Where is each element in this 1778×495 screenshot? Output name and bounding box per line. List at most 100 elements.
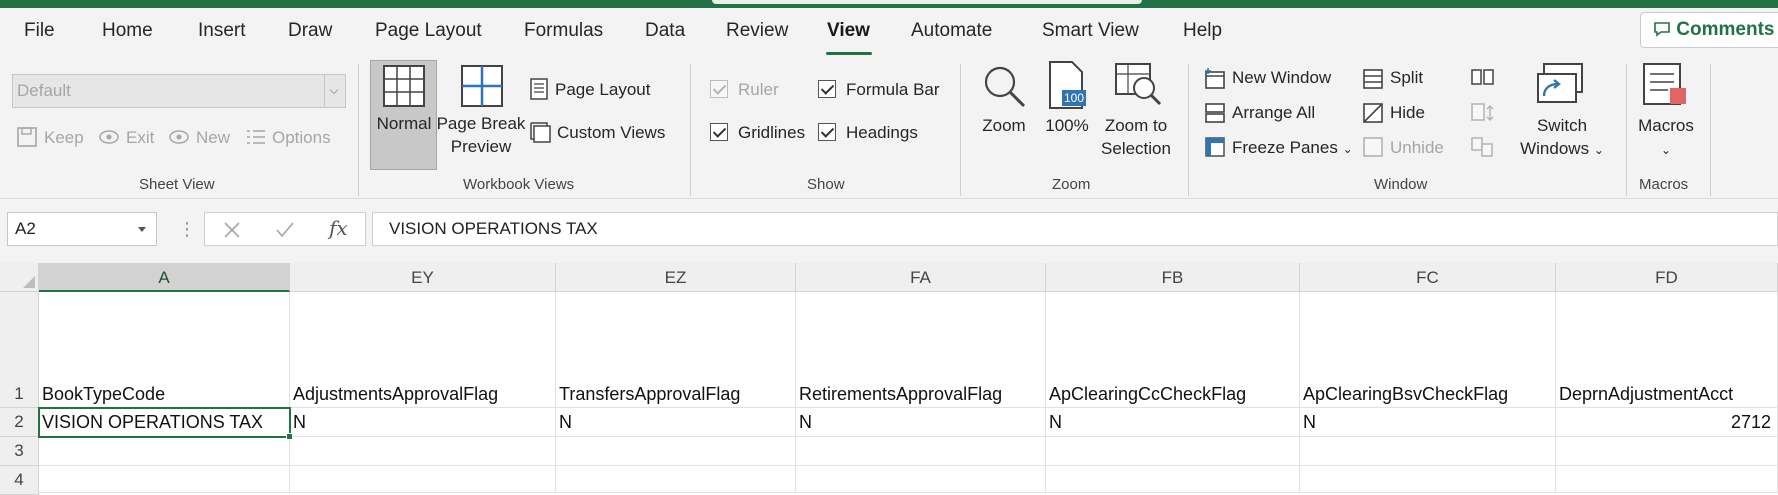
tab-file[interactable]: File xyxy=(24,20,55,42)
cell-ey3[interactable] xyxy=(290,437,556,466)
cell-a3[interactable] xyxy=(39,437,290,466)
cell-a1[interactable]: BookTypeCode xyxy=(39,292,290,408)
freeze-panes-button[interactable]: Freeze Panes ⌄ xyxy=(1232,138,1353,158)
cell-ez3[interactable] xyxy=(556,437,796,466)
cell-ez2[interactable]: N xyxy=(556,408,796,437)
row-header-2[interactable]: 2 xyxy=(0,408,39,437)
column-header-ez[interactable]: EZ xyxy=(556,263,796,292)
cell-fd4[interactable] xyxy=(1556,466,1778,493)
page-break-label-1: Page Break xyxy=(436,114,526,133)
select-all-button[interactable] xyxy=(0,263,39,292)
row-header-3[interactable]: 3 xyxy=(0,437,39,466)
cell-fa4[interactable] xyxy=(796,466,1046,493)
switch-windows-button[interactable]: Switch Windows ⌄ xyxy=(1510,114,1614,162)
tab-automate[interactable]: Automate xyxy=(911,20,992,42)
zoom-to-selection-button[interactable]: Zoom to Selection xyxy=(1096,114,1176,160)
exit-button[interactable]: Exit xyxy=(126,128,154,148)
cell-fb4[interactable] xyxy=(1046,466,1300,493)
page-layout-button[interactable]: Page Layout xyxy=(555,80,650,100)
options-button[interactable]: Options xyxy=(272,128,331,148)
cell-fc3[interactable] xyxy=(1300,437,1556,466)
cell-fb2[interactable]: N xyxy=(1046,408,1300,437)
cell-fc1[interactable]: ApClearingBsvCheckFlag xyxy=(1300,292,1556,408)
freeze-panes-label: Freeze Panes xyxy=(1232,138,1338,157)
column-header-a[interactable]: A xyxy=(39,263,290,292)
unhide-icon xyxy=(1363,137,1383,157)
insert-function-icon[interactable]: fx xyxy=(329,216,348,240)
cell-fb1[interactable]: ApClearingCcCheckFlag xyxy=(1046,292,1300,408)
more-options-icon[interactable]: ⋮ xyxy=(178,219,196,240)
group-divider xyxy=(1626,64,1627,196)
tab-formulas[interactable]: Formulas xyxy=(524,20,603,42)
cell-ey1[interactable]: AdjustmentsApprovalFlag xyxy=(290,292,556,408)
cell-fd2[interactable]: 2712 xyxy=(1556,408,1778,437)
arrange-all-button[interactable]: Arrange All xyxy=(1232,103,1315,123)
new-button[interactable]: New xyxy=(196,128,230,148)
cell-ez4[interactable] xyxy=(556,466,796,493)
switch-windows-icon xyxy=(1537,63,1583,103)
cell-fa3[interactable] xyxy=(796,437,1046,466)
page-break-preview-button[interactable]: Page Break Preview xyxy=(436,112,526,158)
chevron-down-icon: ⌄ xyxy=(1660,143,1672,157)
keep-button[interactable]: Keep xyxy=(44,128,84,148)
cell-fa1[interactable]: RetirementsApprovalFlag xyxy=(796,292,1046,408)
column-header-fa[interactable]: FA xyxy=(796,263,1046,292)
sheet-view-dropdown[interactable]: Default xyxy=(12,74,346,108)
new-window-button[interactable]: New Window xyxy=(1232,68,1331,88)
formula-value: VISION OPERATIONS TAX xyxy=(389,219,598,238)
cell-a4[interactable] xyxy=(39,466,290,493)
custom-views-button[interactable]: Custom Views xyxy=(557,123,665,143)
cell-ey2[interactable]: N xyxy=(290,408,556,437)
cell-fb3[interactable] xyxy=(1046,437,1300,466)
tab-smart-view[interactable]: Smart View xyxy=(1042,20,1139,42)
column-header-ey[interactable]: EY xyxy=(290,263,556,292)
ruler-checkbox[interactable] xyxy=(710,80,728,98)
tab-insert[interactable]: Insert xyxy=(198,20,246,42)
enter-check-icon[interactable] xyxy=(275,221,295,239)
view-side-by-side-icon xyxy=(1471,69,1494,85)
cell-a2[interactable]: VISION OPERATIONS TAX xyxy=(39,408,290,437)
hide-button[interactable]: Hide xyxy=(1390,103,1425,123)
cell-fa2[interactable]: N xyxy=(796,408,1046,437)
group-divider xyxy=(690,64,691,196)
split-button[interactable]: Split xyxy=(1390,68,1423,88)
cell-fd3[interactable] xyxy=(1556,437,1778,466)
tab-data[interactable]: Data xyxy=(645,20,685,42)
zoom-100-icon-text: 100 xyxy=(1064,91,1085,105)
cell-fc2[interactable]: N xyxy=(1300,408,1556,437)
formula-bar: A2 ⋮ fx VISION OPERATIONS TAX xyxy=(0,199,1778,263)
cell-fc4[interactable] xyxy=(1300,466,1556,493)
row-header-4[interactable]: 4 xyxy=(0,466,39,495)
cell-ey4[interactable] xyxy=(290,466,556,493)
column-header-fc[interactable]: FC xyxy=(1300,263,1556,292)
name-box[interactable]: A2 xyxy=(7,212,157,246)
search-box[interactable] xyxy=(712,0,1142,4)
zoom-button[interactable]: Zoom xyxy=(975,114,1033,137)
unhide-button[interactable]: Unhide xyxy=(1390,138,1444,158)
sheet-view-group-label: Sheet View xyxy=(139,176,215,193)
tab-page-layout[interactable]: Page Layout xyxy=(375,20,482,42)
tab-review[interactable]: Review xyxy=(726,20,788,42)
tab-draw[interactable]: Draw xyxy=(288,20,332,42)
eye-exit-icon xyxy=(99,130,119,144)
headings-checkbox[interactable] xyxy=(818,123,836,141)
chevron-down-icon xyxy=(324,75,345,107)
tab-view[interactable]: View xyxy=(827,20,870,42)
cancel-icon[interactable] xyxy=(223,221,241,239)
comments-button[interactable]: Comments xyxy=(1640,12,1778,48)
column-header-fd[interactable]: FD xyxy=(1556,263,1778,292)
zoom-100-button[interactable]: 100% xyxy=(1040,114,1094,137)
gridlines-checkbox[interactable] xyxy=(710,123,728,141)
tab-home[interactable]: Home xyxy=(102,20,153,42)
row-header-1[interactable]: 1 xyxy=(0,292,39,408)
macros-group-label: Macros xyxy=(1639,176,1689,193)
cell-fd1[interactable]: DeprnAdjustmentAcct xyxy=(1556,292,1778,408)
cell-ez1[interactable]: TransfersApprovalFlag xyxy=(556,292,796,408)
formula-input[interactable]: VISION OPERATIONS TAX xyxy=(372,212,1778,246)
tab-help[interactable]: Help xyxy=(1183,20,1222,42)
column-header-fb[interactable]: FB xyxy=(1046,263,1300,292)
formula-bar-checkbox[interactable] xyxy=(818,80,836,98)
macros-button[interactable]: Macros ⌄ xyxy=(1630,114,1702,162)
new-window-icon xyxy=(1205,68,1225,89)
save-icon xyxy=(17,127,37,147)
